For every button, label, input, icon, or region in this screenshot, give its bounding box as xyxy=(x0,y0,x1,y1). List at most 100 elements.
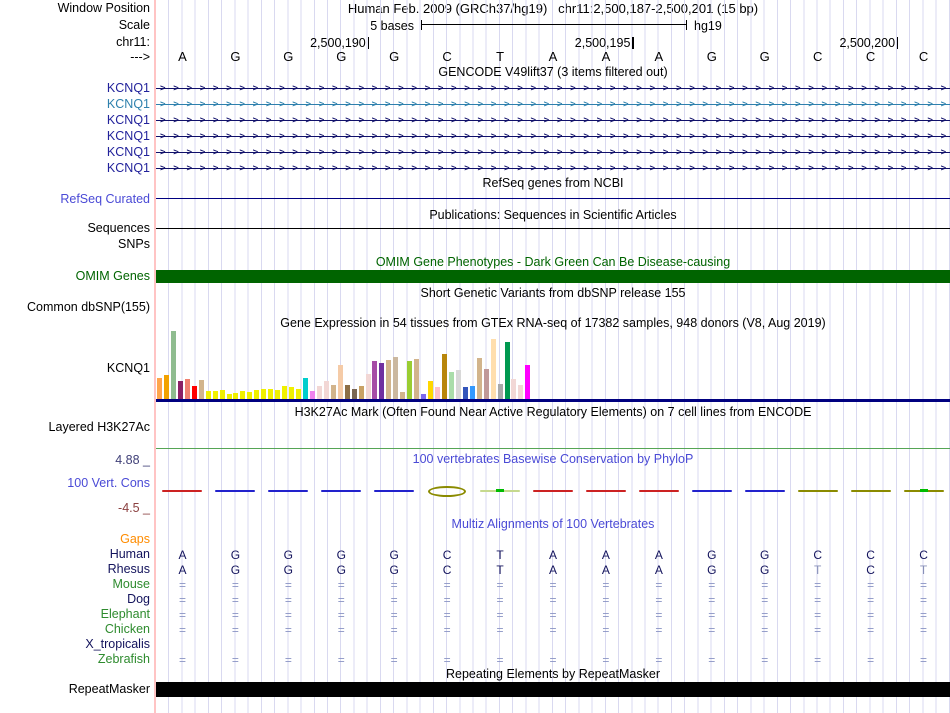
gene-row-label[interactable]: KCNQ1 xyxy=(0,130,150,143)
omim-genes-bar[interactable] xyxy=(156,270,950,283)
species-row-label[interactable]: Zebrafish xyxy=(0,653,150,666)
gtex-tissue-bar[interactable] xyxy=(191,386,197,399)
gene-transcript-row[interactable]: > > > > > > > > > > > > > > > > > > > > > > > > > > > > > > > > > > > > > > > >… xyxy=(156,82,950,95)
gtex-tissue-bar[interactable] xyxy=(518,385,524,399)
gene-transcript-row[interactable]: > > > > > > > > > > > > > > > > > > > > > > > > > > > > > > > > > > > > > > > >… xyxy=(156,98,950,111)
gtex-tissue-bar[interactable] xyxy=(282,386,288,399)
conservation-score-mark[interactable] xyxy=(321,490,362,492)
gtex-tissue-bar[interactable] xyxy=(233,393,239,399)
conservation-ellipse-mark[interactable] xyxy=(428,486,467,497)
refseq-track-title[interactable]: RefSeq genes from NCBI xyxy=(156,177,950,190)
gtex-tissue-bar[interactable] xyxy=(157,378,162,399)
reference-base[interactable]: C xyxy=(844,50,897,64)
reference-base[interactable]: C xyxy=(421,50,474,64)
gtex-tissue-bar[interactable] xyxy=(163,375,169,399)
species-row-label[interactable]: X_tropicalis xyxy=(0,638,150,651)
gtex-tissue-bar[interactable] xyxy=(358,386,364,399)
species-alignment-row[interactable]: = = = = = = = = = = = = = = = xyxy=(156,623,950,637)
gtex-tissue-bar[interactable] xyxy=(344,385,350,399)
species-alignment-row[interactable]: AGGGGCTAAAGGTCT xyxy=(156,563,950,577)
species-row-label[interactable]: Mouse xyxy=(0,578,150,591)
gtex-tissue-bar[interactable] xyxy=(407,361,413,399)
gene-transcript-row[interactable]: > > > > > > > > > > > > > > > > > > > > > > > > > > > > > > > > > > > > > > > >… xyxy=(156,130,950,143)
common-dbsnp-label[interactable]: Common dbSNP(155) xyxy=(0,301,150,314)
sequences-label[interactable]: Sequences xyxy=(0,222,150,235)
layered-h3k27ac-label[interactable]: Layered H3K27Ac xyxy=(0,421,150,434)
reference-base[interactable]: G xyxy=(738,50,791,64)
species-row-label[interactable]: Elephant xyxy=(0,608,150,621)
species-alignment-row[interactable]: = = = = = = = = = = = = = = = xyxy=(156,653,950,667)
gtex-tissue-bar[interactable] xyxy=(351,389,357,399)
conservation-score-mark[interactable] xyxy=(162,490,203,492)
gtex-tissue-bar[interactable] xyxy=(212,391,218,399)
species-alignment-row[interactable]: = = = = = = = = = = = = = = = xyxy=(156,608,950,622)
gtex-tissue-bar[interactable] xyxy=(219,390,225,399)
gtex-tissue-bar[interactable] xyxy=(302,378,308,399)
conservation-score-mark[interactable] xyxy=(797,490,838,492)
species-row-label[interactable]: Chicken xyxy=(0,623,150,636)
conservation-score-mark[interactable] xyxy=(850,490,891,492)
gtex-tissue-bar[interactable] xyxy=(177,381,183,399)
gtex-track-title[interactable]: Gene Expression in 54 tissues from GTEx … xyxy=(156,317,950,330)
snps-label[interactable]: SNPs xyxy=(0,238,150,251)
reference-base[interactable]: G xyxy=(685,50,738,64)
gtex-tissue-bar[interactable] xyxy=(226,394,232,399)
gtex-tissue-bar[interactable] xyxy=(469,386,475,399)
reference-base[interactable]: T xyxy=(474,50,527,64)
conservation-score-mark[interactable] xyxy=(268,490,309,492)
gtex-tissue-bar[interactable] xyxy=(525,365,531,399)
species-row-label[interactable]: Human xyxy=(0,548,150,561)
conservation-score-mark[interactable] xyxy=(585,490,626,492)
reference-base[interactable]: G xyxy=(209,50,262,64)
refseq-curated-label[interactable]: RefSeq Curated xyxy=(0,193,150,206)
cons-track-title[interactable]: 100 vertebrates Basewise Conservation by… xyxy=(156,453,950,466)
gtex-tissue-bar[interactable] xyxy=(490,339,496,399)
gtex-tissue-bar[interactable] xyxy=(476,358,482,399)
reference-base[interactable]: C xyxy=(791,50,844,64)
gtex-tissue-bar[interactable] xyxy=(184,379,190,399)
gtex-tissue-bar[interactable] xyxy=(261,389,267,399)
strand-label[interactable]: ---> xyxy=(0,51,150,64)
gtex-tissue-bar[interactable] xyxy=(421,394,427,399)
gtex-tissue-bar[interactable] xyxy=(275,390,281,399)
gtex-tissue-bar[interactable] xyxy=(330,385,336,399)
gtex-tissue-bar[interactable] xyxy=(296,389,301,399)
gtex-tissue-bar[interactable] xyxy=(247,392,253,399)
conservation-score-mark[interactable] xyxy=(638,490,679,492)
reference-base[interactable]: A xyxy=(527,50,580,64)
gene-row-label[interactable]: KCNQ1 xyxy=(0,82,150,95)
gtex-tissue-bar[interactable] xyxy=(441,354,447,399)
gtex-tissue-bar[interactable] xyxy=(386,360,392,399)
gtex-tissue-bar[interactable] xyxy=(497,384,503,399)
gencode-track-title[interactable]: GENCODE V49lift37 (3 items filtered out) xyxy=(156,66,950,79)
conservation-score-mark[interactable] xyxy=(215,490,256,492)
gtex-tissue-bar[interactable] xyxy=(448,372,454,399)
gtex-tissue-bar[interactable] xyxy=(504,342,510,399)
species-alignment-row[interactable]: = = = = = = = = = = = = = = = xyxy=(156,593,950,607)
gtex-tissue-bar[interactable] xyxy=(414,359,420,399)
gene-transcript-row[interactable]: > > > > > > > > > > > > > > > > > > > > > > > > > > > > > > > > > > > > > > > >… xyxy=(156,114,950,127)
conservation-score-mark[interactable] xyxy=(374,490,415,492)
species-alignment-row[interactable]: = = = = = = = = = = = = = = = xyxy=(156,578,950,592)
reference-base[interactable]: G xyxy=(315,50,368,64)
gtex-gene-label[interactable]: KCNQ1 xyxy=(0,362,150,375)
gene-transcript-row[interactable]: > > > > > > > > > > > > > > > > > > > > > > > > > > > > > > > > > > > > > > > >… xyxy=(156,146,950,159)
gtex-tissue-bar[interactable] xyxy=(365,374,371,399)
gtex-tissue-bar[interactable] xyxy=(198,380,204,399)
gene-transcript-row[interactable]: > > > > > > > > > > > > > > > > > > > > > > > > > > > > > > > > > > > > > > > >… xyxy=(156,162,950,175)
cons-track-label[interactable]: 100 Vert. Cons xyxy=(0,477,150,490)
gtex-tissue-bar[interactable] xyxy=(205,391,211,399)
gene-row-label[interactable]: KCNQ1 xyxy=(0,114,150,127)
gtex-tissue-bar[interactable] xyxy=(511,379,517,399)
repeatmasker-bar[interactable] xyxy=(156,682,950,697)
gtex-tissue-bar[interactable] xyxy=(289,387,295,399)
conservation-score-mark[interactable] xyxy=(744,490,785,492)
track-display-area[interactable]: 5 bases hg19 GENCODE V49lift37 (3 items … xyxy=(154,0,950,713)
reference-base[interactable]: G xyxy=(368,50,421,64)
species-row-label[interactable]: Rhesus xyxy=(0,563,150,576)
omim-genes-label[interactable]: OMIM Genes xyxy=(0,270,150,283)
gene-row-label[interactable]: KCNQ1 xyxy=(0,162,150,175)
gtex-tissue-bar[interactable] xyxy=(400,392,406,399)
omim-track-title[interactable]: OMIM Gene Phenotypes - Dark Green Can Be… xyxy=(156,256,950,269)
gtex-tissue-bar[interactable] xyxy=(428,381,434,399)
